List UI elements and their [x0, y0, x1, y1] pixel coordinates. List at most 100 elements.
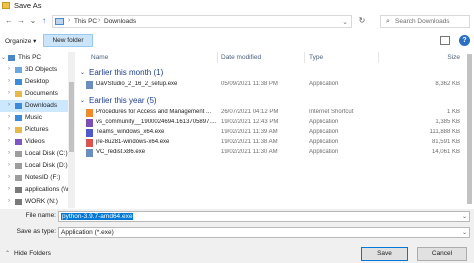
column-separator[interactable]: [304, 52, 305, 63]
search-icon: ⌕: [386, 18, 390, 25]
save-button[interactable]: Save: [361, 247, 408, 261]
breadcrumb-this-pc[interactable]: This PC: [74, 18, 97, 25]
pc-icon: [55, 18, 64, 25]
file-row[interactable]: Procedures for Access and Management ...…: [78, 108, 464, 118]
chevron-right-icon[interactable]: ›: [8, 138, 10, 144]
file-row[interactable]: DaVStudio_2_16_2_setup.exe 05/09/2021 11:…: [78, 80, 464, 90]
pc-icon: [8, 55, 15, 61]
chevron-down-icon[interactable]: ⌄: [462, 213, 467, 220]
chevron-right-icon[interactable]: ›: [8, 150, 10, 156]
chevron-down-icon[interactable]: ⌄: [462, 229, 467, 236]
drive-icon: [15, 175, 22, 181]
new-folder-button[interactable]: New folder: [43, 34, 93, 47]
sidebar-item-desktop[interactable]: › Desktop: [0, 76, 68, 88]
address-dropdown-icon[interactable]: ⌄: [342, 18, 348, 26]
file-row[interactable]: jre-8u281-windows-x64.exe 19/02/2021 11:3…: [78, 138, 464, 148]
scrollbar-thumb[interactable]: [69, 82, 74, 152]
column-header-date[interactable]: Date modified: [221, 54, 261, 65]
chevron-right-icon[interactable]: ›: [8, 162, 10, 168]
pictures-icon: [15, 127, 22, 133]
hide-folders-toggle[interactable]: ⌃ Hide Folders: [5, 250, 51, 257]
sidebar-item-documents[interactable]: › Documents: [0, 88, 68, 100]
search-input[interactable]: ⌕ Search Downloads: [380, 15, 470, 28]
breadcrumb-separator-icon[interactable]: ›: [98, 17, 100, 24]
chevron-down-icon[interactable]: ⌄: [80, 69, 85, 76]
file-name: vs_community__1900024694.1613705897....: [96, 119, 216, 125]
chevron-down-icon[interactable]: ⌄: [1, 54, 6, 61]
drive-icon: [15, 151, 22, 157]
sidebar-item-3d-objects[interactable]: › 3D Objects: [0, 64, 68, 76]
organize-label: Organize: [5, 38, 32, 45]
column-header-type[interactable]: Type: [309, 54, 323, 65]
sidebar-item-work-n[interactable]: › WORK (N:): [0, 196, 68, 208]
download-icon: [15, 103, 22, 109]
java-icon: [86, 139, 93, 147]
sidebar-item-notesid-f[interactable]: › NotesID (F:): [0, 172, 68, 184]
chevron-right-icon[interactable]: ›: [8, 198, 10, 204]
file-type: Application: [309, 129, 339, 135]
sidebar-item-local-disk-c[interactable]: › Local Disk (C:): [0, 148, 68, 160]
column-separator[interactable]: [378, 52, 379, 63]
sidebar-item-local-disk-d[interactable]: › Local Disk (D:): [0, 160, 68, 172]
chevron-right-icon[interactable]: ›: [8, 186, 10, 192]
sidebar-item-videos[interactable]: › Videos: [0, 136, 68, 148]
address-bar[interactable]: › This PC › Downloads ⌄: [52, 15, 352, 28]
video-icon: [15, 139, 22, 145]
column-header-name[interactable]: Name: [91, 54, 108, 65]
organize-menu[interactable]: Organize ▾: [5, 37, 36, 45]
sidebar-item-label: Pictures: [25, 126, 49, 133]
chevron-right-icon[interactable]: ›: [8, 78, 10, 84]
group-label: Earlier this year (5): [89, 96, 157, 105]
chevron-right-icon[interactable]: ›: [8, 126, 10, 132]
address-row: ← → ⌄ ↑ › This PC › Downloads ⌄ ↻ ⌕ Sear…: [0, 13, 474, 30]
chevron-right-icon[interactable]: ›: [8, 114, 10, 120]
save-type-label: Save as type:: [16, 228, 56, 235]
help-icon[interactable]: ?: [459, 35, 470, 46]
file-row[interactable]: VC_redist.x86.exe 19/02/2021 11:30 AM Appl…: [78, 148, 464, 158]
file-name: Teams_windows_x64.exe: [96, 129, 165, 135]
view-options-icon[interactable]: [440, 36, 450, 45]
drive-icon: [15, 163, 22, 169]
sidebar-item-applications-r[interactable]: › applications (\\r: [0, 184, 68, 196]
chevron-right-icon[interactable]: ›: [8, 102, 10, 108]
file-date: 19/02/2021 11:38 AM: [221, 139, 278, 145]
filename-value: python-3.9.7-amd64.exe: [61, 213, 134, 220]
document-folder-icon: [15, 91, 22, 97]
group-header[interactable]: ⌄ Earlier this month (1): [78, 67, 464, 79]
folder-icon: [2, 2, 10, 9]
file-name: Procedures for Access and Management ...: [96, 109, 212, 115]
chevron-down-icon[interactable]: ⌄: [80, 97, 85, 104]
sidebar-item-label: Local Disk (C:): [25, 150, 68, 157]
file-list-scrollbar[interactable]: [466, 52, 473, 208]
sidebar-item-pictures[interactable]: › Pictures: [0, 124, 68, 136]
navigation-scrollbar[interactable]: [68, 52, 75, 208]
sidebar-item-music[interactable]: › Music: [0, 112, 68, 124]
sidebar-item-label: NotesID (F:): [25, 174, 61, 181]
chevron-right-icon[interactable]: ›: [8, 174, 10, 180]
shortcut-icon: [86, 109, 93, 117]
column-separator[interactable]: [217, 52, 218, 63]
refresh-icon[interactable]: ↻: [357, 16, 367, 26]
column-header-size[interactable]: Size: [383, 54, 460, 65]
up-arrow-icon[interactable]: ↑: [39, 16, 49, 26]
file-row[interactable]: vs_community__1900024694.1613705897.... 1…: [78, 118, 464, 128]
breadcrumb-separator-icon[interactable]: ›: [68, 17, 70, 24]
file-list: Name Date modified Type Size ⌄ Earlier th…: [78, 52, 464, 208]
cancel-button[interactable]: Cancel: [417, 247, 467, 261]
group-header[interactable]: ⌄ Earlier this year (5): [78, 95, 464, 107]
back-arrow-icon[interactable]: ←: [4, 16, 14, 26]
chevron-right-icon[interactable]: ›: [8, 90, 10, 96]
sidebar-item-downloads[interactable]: › Downloads: [0, 100, 68, 112]
filename-input[interactable]: python-3.9.7-amd64.exe ⌄: [58, 211, 470, 222]
scrollbar-thumb[interactable]: [467, 54, 472, 204]
cube-icon: [15, 67, 22, 73]
chevron-right-icon[interactable]: ›: [8, 66, 10, 72]
sidebar-item-label: applications (\\r: [25, 186, 68, 193]
forward-arrow-icon[interactable]: →: [16, 16, 26, 26]
file-row[interactable]: Teams_windows_x64.exe 19/02/2021 11:39 AM…: [78, 128, 464, 138]
save-type-select[interactable]: Application (*.exe) ⌄: [58, 227, 470, 238]
sidebar-item-this-pc[interactable]: ⌄ This PC: [0, 52, 68, 64]
breadcrumb-downloads[interactable]: Downloads: [104, 18, 136, 25]
visual-studio-icon: [86, 119, 93, 127]
recent-locations-chevron-icon[interactable]: ⌄: [28, 16, 38, 26]
